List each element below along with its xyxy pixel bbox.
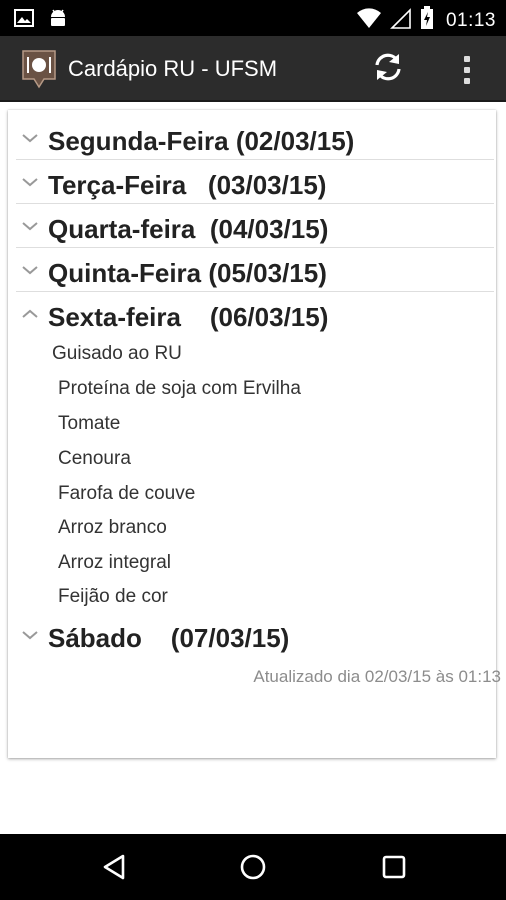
chevron-up-icon: [22, 309, 38, 318]
menu-item: Guisado ao RU: [52, 343, 182, 364]
chevron-down-icon: [22, 134, 38, 143]
menu-item: Proteína de soja com Ervilha: [58, 378, 301, 399]
overflow-menu-button[interactable]: [452, 50, 482, 90]
day-group-wednesday[interactable]: Quarta-feira (04/03/15): [8, 206, 496, 250]
menu-item: Arroz branco: [58, 517, 167, 538]
day-label: Segunda-Feira (02/03/15): [48, 126, 355, 156]
image-icon: [14, 9, 34, 32]
menu-list: Segunda-Feira (02/03/15) Terça-Feira (03…: [8, 110, 496, 758]
day-label: Quarta-feira (04/03/15): [48, 214, 329, 244]
recents-button[interactable]: [374, 850, 414, 884]
day-label: Sexta-feira (06/03/15): [48, 302, 329, 332]
menu-item: Feijão de cor: [58, 586, 168, 607]
divider: [16, 291, 494, 292]
battery-icon: [420, 6, 434, 35]
wifi-icon: [356, 7, 382, 34]
refresh-icon: [372, 52, 404, 87]
action-bar: Cardápio RU - UFSM: [0, 36, 506, 102]
android-icon: [48, 7, 68, 34]
overflow-dot: [464, 67, 470, 73]
day-group-thursday[interactable]: Quinta-Feira (05/03/15): [8, 250, 496, 294]
app-menu-icon: [20, 49, 58, 89]
app-title: Cardápio RU - UFSM: [68, 56, 278, 81]
back-icon: [103, 854, 125, 880]
overflow-menu-icon: [464, 56, 470, 62]
content-area: Segunda-Feira (02/03/15) Terça-Feira (03…: [0, 104, 506, 834]
overflow-dot: [464, 78, 470, 84]
divider: [16, 247, 494, 248]
home-icon: [240, 854, 266, 880]
day-group-monday[interactable]: Segunda-Feira (02/03/15): [8, 118, 496, 162]
refresh-button[interactable]: [368, 51, 408, 87]
day-group-tuesday[interactable]: Terça-Feira (03/03/15): [8, 162, 496, 206]
chevron-down-icon: [22, 631, 38, 640]
chevron-down-icon: [22, 178, 38, 187]
status-clock: 01:13: [445, 9, 496, 31]
chevron-down-icon: [22, 266, 38, 275]
updated-timestamp: Atualizado dia 02/03/15 às 01:13: [253, 667, 501, 686]
day-label: Quinta-Feira (05/03/15): [48, 258, 327, 288]
navigation-bar: [0, 834, 506, 900]
home-button[interactable]: [233, 850, 273, 884]
divider: [16, 203, 494, 204]
day-group-friday[interactable]: Sexta-feira (06/03/15): [8, 294, 496, 338]
day-group-saturday[interactable]: Sábado (07/03/15): [8, 615, 496, 659]
status-bar: 01:13: [0, 0, 506, 36]
day-label: Sábado (07/03/15): [48, 623, 290, 653]
menu-item: Cenoura: [58, 448, 131, 469]
menu-item: Farofa de couve: [58, 483, 196, 504]
menu-item: Arroz integral: [58, 552, 171, 573]
signal-icon: [390, 7, 412, 34]
day-label: Terça-Feira (03/03/15): [48, 170, 327, 200]
back-button[interactable]: [94, 850, 134, 884]
recents-icon: [382, 855, 406, 879]
menu-item: Tomate: [58, 413, 121, 434]
divider: [16, 159, 494, 160]
chevron-down-icon: [22, 222, 38, 231]
